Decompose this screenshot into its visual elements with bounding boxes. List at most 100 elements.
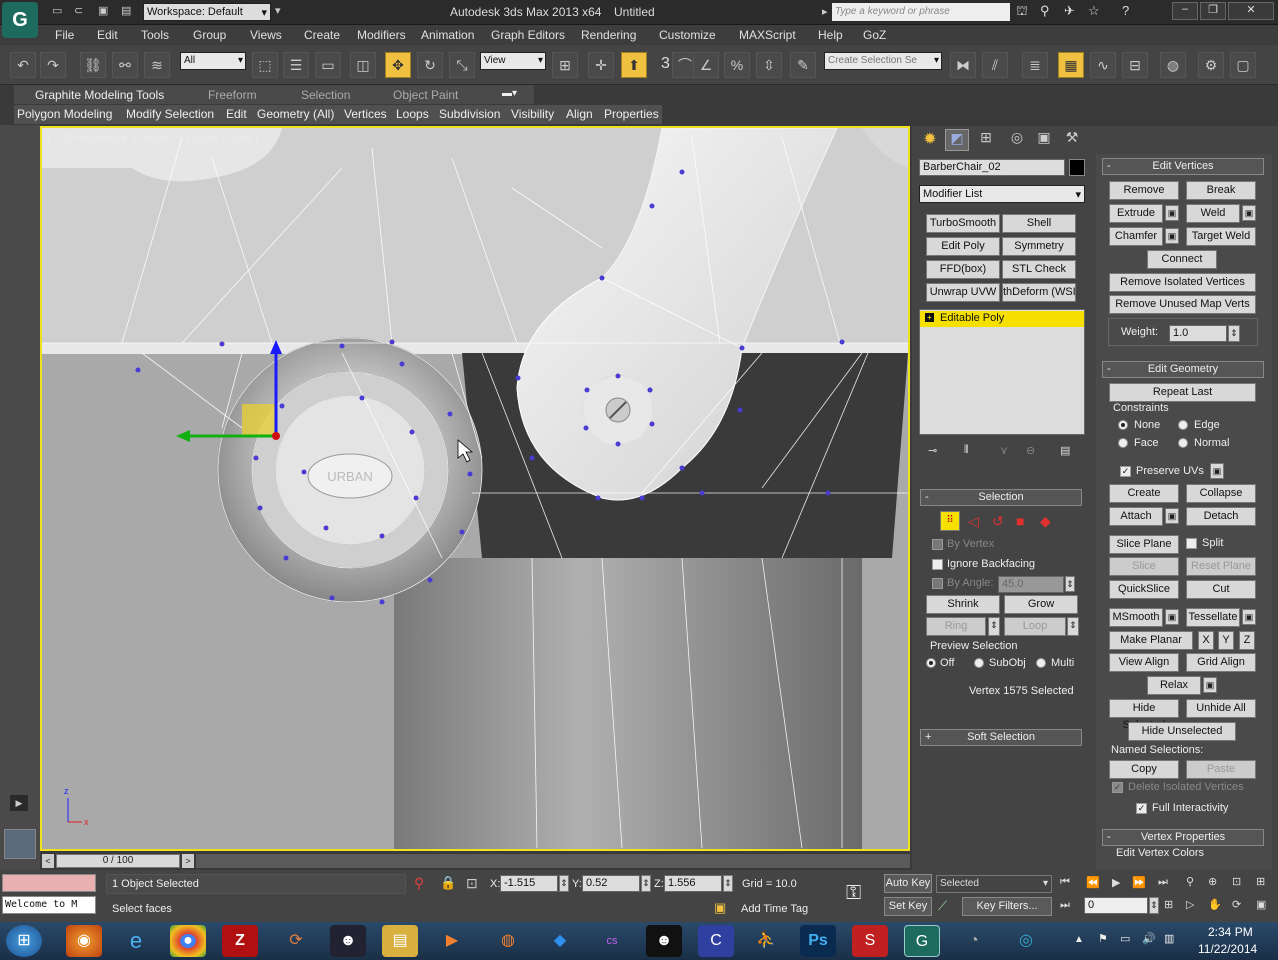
z-coord-field[interactable]: 1.556 [664, 875, 722, 892]
slice-button[interactable]: Slice [1109, 557, 1179, 576]
planar-x-button[interactable]: X [1198, 631, 1214, 650]
tray-volume-icon[interactable]: 🔊 [1142, 932, 1156, 945]
modify-tab-icon[interactable]: ◩ [945, 129, 969, 151]
ribbon-tab-freeform[interactable]: Freeform [208, 88, 257, 102]
edge-mode-icon[interactable]: ◁ [968, 513, 979, 530]
copy-button[interactable]: Copy [1109, 760, 1179, 779]
repeat-last-button[interactable]: Repeat Last [1109, 383, 1256, 402]
go-to-end-icon[interactable]: ⏭ [1158, 876, 1168, 889]
menu-help[interactable]: Help [818, 28, 843, 42]
previous-frame-icon[interactable]: ⏪ [1086, 876, 1100, 889]
zoom-extents-icon[interactable]: ⊡ [1232, 875, 1241, 888]
internet-explorer-icon[interactable]: e [118, 925, 154, 957]
search-input[interactable]: Type a keyword or phrase [832, 3, 1010, 21]
detach-button[interactable]: Detach [1186, 507, 1256, 526]
expand-plus-icon[interactable]: + [925, 313, 934, 322]
select-object-icon[interactable]: ⬚ [252, 52, 278, 78]
lens-app-icon[interactable]: ◎ [1008, 925, 1044, 957]
menu-group[interactable]: Group [193, 28, 226, 42]
quickslice-button[interactable]: QuickSlice [1109, 580, 1179, 599]
maximize-button[interactable]: ❐ [1200, 2, 1226, 20]
key-mode-dropdown[interactable]: Selected ▾ [936, 875, 1052, 893]
menu-file[interactable]: File [55, 28, 74, 42]
z-coord-spinner[interactable]: ⇕ [723, 875, 733, 892]
menu-graph-editors[interactable]: Graph Editors [491, 28, 565, 42]
motion-tab-icon[interactable]: ◎ [1005, 129, 1029, 151]
project-folder-icon[interactable]: ▤ [121, 4, 131, 17]
tray-expand-icon[interactable]: ▲ [1074, 934, 1084, 945]
tessellate-settings-icon[interactable]: ▣ [1242, 609, 1256, 625]
preview-multi-radio[interactable] [1036, 658, 1046, 668]
relax-button[interactable]: Relax [1147, 676, 1201, 695]
extrude-settings-icon[interactable]: ▣ [1165, 205, 1179, 221]
undo-icon[interactable]: ↶ [10, 52, 36, 78]
ring-button[interactable]: Ring [926, 617, 986, 636]
edit-poly-button[interactable]: Edit Poly [926, 237, 1000, 256]
menu-maxscript[interactable]: MAXScript [739, 28, 796, 42]
align-icon[interactable]: ⫽ [982, 52, 1008, 78]
unlink-icon[interactable]: ⚯ [112, 52, 138, 78]
material-editor-icon[interactable]: ◍ [1160, 52, 1186, 78]
named-selection-dropdown[interactable]: Create Selection Se ▾ [824, 52, 942, 70]
preserve-uvs-checkbox[interactable]: ✓ [1120, 466, 1131, 477]
remove-isolated-vertices-button[interactable]: Remove Isolated Vertices [1109, 273, 1256, 292]
snap-toggle-value[interactable]: 3 [661, 55, 670, 73]
preview-subobj-radio[interactable] [974, 658, 984, 668]
timeline-prev-button[interactable]: < [42, 854, 54, 868]
chrome-icon[interactable]: ● [170, 925, 206, 957]
x-coord-spinner[interactable]: ⇕ [559, 875, 569, 892]
menu-rendering[interactable]: Rendering [581, 28, 636, 42]
ribbon-tab-object-paint[interactable]: Object Paint [393, 88, 458, 102]
constraint-normal-radio[interactable] [1178, 438, 1188, 448]
blender-icon[interactable]: ◍ [490, 925, 526, 957]
by-vertex-checkbox[interactable] [932, 539, 943, 550]
cut-button[interactable]: Cut [1186, 580, 1256, 599]
ribbon-panel-subdivision[interactable]: Subdivision [439, 107, 500, 121]
object-name-field[interactable]: BarberChair_02 [919, 159, 1065, 176]
schematic-view-icon[interactable]: ⊟ [1122, 52, 1148, 78]
cinema4d-icon[interactable]: ◔ [956, 925, 992, 957]
start-button-icon[interactable]: ⊞ [6, 925, 42, 957]
make-planar-button[interactable]: Make Planar [1109, 631, 1193, 650]
3dsmax-taskbar-icon[interactable]: G [904, 925, 940, 957]
binoculars-icon[interactable]: ⛫ [1016, 3, 1028, 21]
manipulate-icon[interactable]: ✛ [588, 52, 614, 78]
workspace-dropdown[interactable]: Workspace: Default ▾ [143, 3, 271, 21]
curve-editor-icon[interactable]: ∿ [1090, 52, 1116, 78]
chamfer-settings-icon[interactable]: ▣ [1165, 228, 1179, 244]
time-tag-icon[interactable]: ▣ [714, 900, 726, 916]
edit-geometry-rollout-header[interactable]: - Edit Geometry [1102, 361, 1264, 378]
vertex-mode-icon[interactable]: ⠿ [940, 511, 960, 531]
next-frame-icon[interactable]: ⏩ [1132, 876, 1146, 889]
maxscript-pink-bar[interactable] [2, 874, 96, 892]
menu-modifiers[interactable]: Modifiers [357, 28, 406, 42]
planar-y-button[interactable]: Y [1218, 631, 1234, 650]
perspective-viewport[interactable]: URBAN [+][Perspective][Shaded + Edged… [40, 126, 910, 851]
constraint-none-radio[interactable] [1118, 420, 1128, 430]
play-arrow-icon[interactable]: ▶ [10, 795, 28, 811]
angle-spinner[interactable]: ⇕ [1065, 576, 1075, 592]
ribbon-tab-selection[interactable]: Selection [301, 88, 350, 102]
attach-button[interactable]: Attach [1109, 507, 1163, 526]
menu-goz[interactable]: GoZ [863, 28, 886, 42]
constraint-edge-radio[interactable] [1178, 420, 1188, 430]
pivot-center-icon[interactable]: ⊞ [552, 52, 578, 78]
media-player-icon[interactable]: ▶ [434, 925, 470, 957]
vertex-properties-rollout-header[interactable]: - Vertex Properties [1102, 829, 1264, 846]
loop-spinner[interactable]: ⇕ [1067, 617, 1079, 636]
soft-selection-rollout-header[interactable]: + Soft Selection [920, 729, 1082, 746]
unwrap-uvw-button[interactable]: Unwrap UVW [926, 283, 1000, 302]
sketchup-icon[interactable]: S [852, 925, 888, 957]
slice-plane-button[interactable]: Slice Plane [1109, 535, 1179, 554]
make-unique-icon[interactable]: ⋎ [1000, 444, 1008, 457]
selection-filter-dropdown[interactable]: All ▾ [180, 52, 246, 70]
view-align-button[interactable]: View Align [1109, 653, 1179, 672]
break-button[interactable]: Break [1186, 181, 1256, 200]
clock-date[interactable]: 11/22/2014 [1198, 942, 1257, 956]
isolate-selection-icon[interactable]: ⚲ [414, 875, 424, 892]
polygon-mode-icon[interactable]: ■ [1016, 513, 1024, 529]
current-frame-field[interactable]: 0 [1084, 897, 1148, 914]
y-coord-field[interactable]: 0.52 [582, 875, 640, 892]
percent-snap-icon[interactable]: % [724, 52, 750, 78]
hierarchy-tab-icon[interactable]: ⊞ [974, 129, 998, 151]
